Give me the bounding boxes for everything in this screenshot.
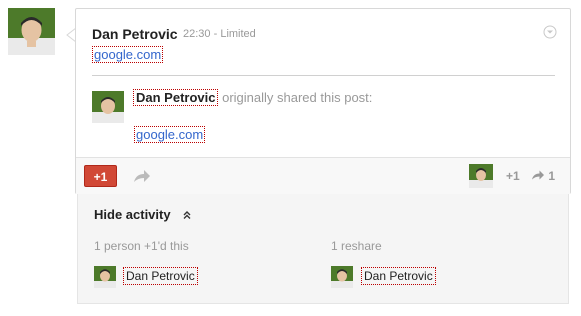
post-time[interactable]: 22:30 bbox=[183, 28, 211, 40]
post-visibility[interactable]: Limited bbox=[220, 28, 255, 40]
activity-panel: Hide activity 1 person +1'd this 1 resha… bbox=[77, 194, 569, 304]
author-avatar[interactable] bbox=[8, 8, 55, 55]
plusoner-name[interactable]: Dan Petrovic bbox=[123, 267, 198, 285]
resharer-name[interactable]: Dan Petrovic bbox=[361, 267, 436, 285]
plusoner-avatar[interactable] bbox=[94, 266, 116, 288]
post-meta: 22:30 - Limited bbox=[183, 28, 256, 40]
shared-text: originally shared this post: bbox=[218, 90, 373, 105]
shared-author-name[interactable]: Dan Petrovic bbox=[133, 89, 219, 106]
shared-link[interactable]: google.com bbox=[134, 126, 206, 143]
post-author-name[interactable]: Dan Petrovic bbox=[92, 26, 178, 42]
meta-separator: - bbox=[213, 28, 218, 40]
post-card: Dan Petrovic 22:30 - Limited google.com … bbox=[75, 8, 571, 194]
post-link[interactable]: google.com bbox=[92, 46, 164, 63]
shared-line: Dan Petrovic originally shared this post… bbox=[133, 89, 373, 106]
share-arrow-icon bbox=[532, 170, 544, 180]
divider bbox=[92, 75, 555, 76]
reshare-count: 1 bbox=[548, 169, 556, 183]
caret-down-icon[interactable] bbox=[543, 25, 557, 39]
action-bar: +1 +1 1 bbox=[76, 157, 570, 194]
plusoner-avatar[interactable] bbox=[469, 164, 493, 188]
shared-author-avatar[interactable] bbox=[92, 91, 124, 123]
hide-activity-link[interactable]: Hide activity bbox=[94, 207, 171, 222]
plusone-button[interactable]: +1 bbox=[84, 165, 117, 187]
plusone-count[interactable]: +1 bbox=[506, 169, 520, 183]
share-arrow-icon[interactable] bbox=[133, 168, 151, 184]
plusones-summary: 1 person +1'd this bbox=[94, 239, 189, 253]
reshares-summary: 1 reshare bbox=[331, 239, 382, 253]
resharer-avatar[interactable] bbox=[331, 266, 353, 288]
chevron-up-icon[interactable] bbox=[182, 210, 192, 220]
reshare-count-group[interactable]: 1 bbox=[531, 169, 555, 183]
